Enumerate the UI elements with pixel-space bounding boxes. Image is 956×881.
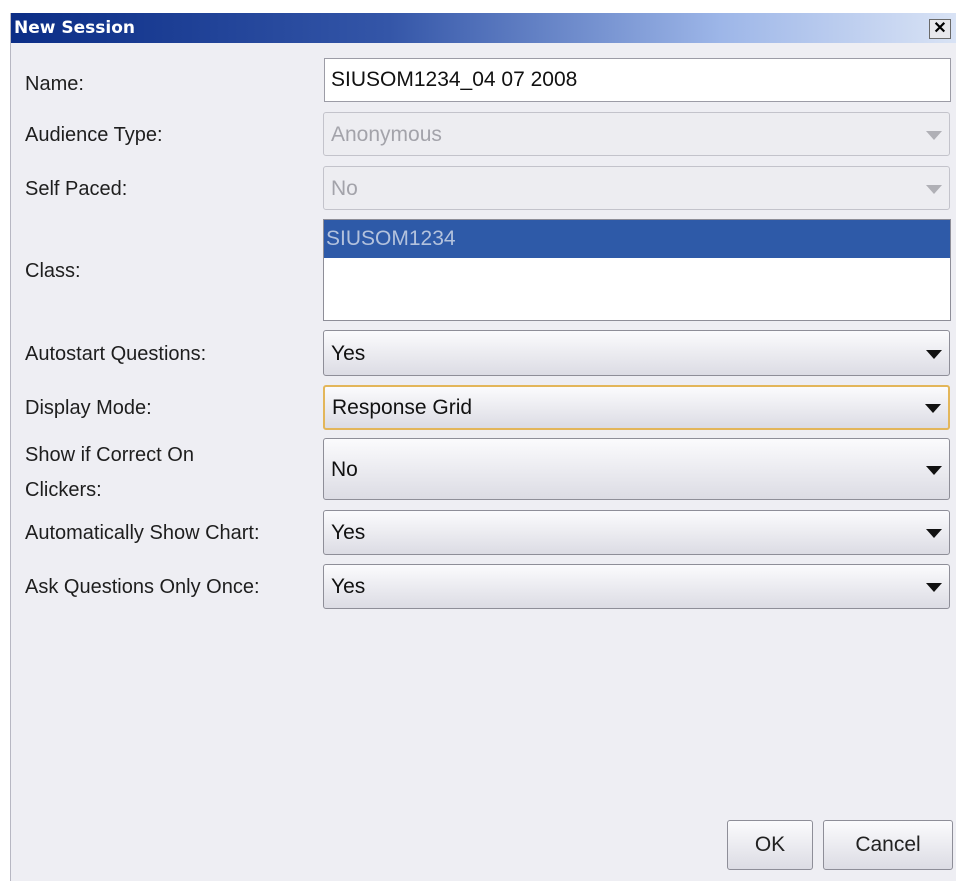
close-button[interactable]: ✕ <box>929 19 951 39</box>
title-bar[interactable]: New Session ✕ <box>11 13 956 43</box>
ask-once-label: Ask Questions Only Once: <box>25 576 260 598</box>
chevron-down-icon <box>926 185 942 194</box>
name-input[interactable]: SIUSOM1234_04 07 2008 <box>324 58 951 102</box>
self-paced-value: No <box>331 177 358 200</box>
show-if-correct-value: No <box>331 458 358 481</box>
window-title: New Session <box>14 18 136 38</box>
ok-button[interactable]: OK <box>727 820 813 870</box>
close-icon: ✕ <box>933 20 947 37</box>
name-label: Name: <box>25 73 84 95</box>
chevron-down-icon <box>926 350 942 359</box>
display-mode-value: Response Grid <box>332 396 473 419</box>
ask-once-value: Yes <box>331 575 366 598</box>
class-listbox[interactable]: SIUSOM1234 <box>323 219 951 321</box>
ask-once-select[interactable]: Yes <box>323 564 950 609</box>
chevron-down-icon <box>926 466 942 475</box>
chevron-down-icon <box>926 529 942 538</box>
show-if-correct-label-line2: Clickers: <box>25 479 102 501</box>
auto-show-chart-label: Automatically Show Chart: <box>25 522 260 544</box>
audience-type-label: Audience Type: <box>25 124 163 146</box>
audience-type-select[interactable]: Anonymous <box>323 112 950 156</box>
self-paced-label: Self Paced: <box>25 178 128 200</box>
new-session-dialog: New Session ✕ Name: SIUSOM1234_04 07 200… <box>10 13 956 881</box>
cancel-button[interactable]: Cancel <box>823 820 953 870</box>
show-if-correct-select[interactable]: No <box>323 438 950 500</box>
display-mode-label: Display Mode: <box>25 397 152 419</box>
autostart-questions-value: Yes <box>331 342 366 365</box>
display-mode-select[interactable]: Response Grid <box>323 385 950 430</box>
self-paced-select[interactable]: No <box>323 166 950 210</box>
show-if-correct-label-line1: Show if Correct On <box>25 444 194 466</box>
auto-show-chart-select[interactable]: Yes <box>323 510 950 555</box>
autostart-questions-select[interactable]: Yes <box>323 330 950 376</box>
chevron-down-icon <box>925 404 941 413</box>
chevron-down-icon <box>926 583 942 592</box>
auto-show-chart-value: Yes <box>331 521 366 544</box>
audience-type-value: Anonymous <box>331 123 442 146</box>
autostart-questions-label: Autostart Questions: <box>25 343 207 365</box>
chevron-down-icon <box>926 131 942 140</box>
class-list-item[interactable]: SIUSOM1234 <box>324 220 950 258</box>
class-label: Class: <box>25 260 81 282</box>
